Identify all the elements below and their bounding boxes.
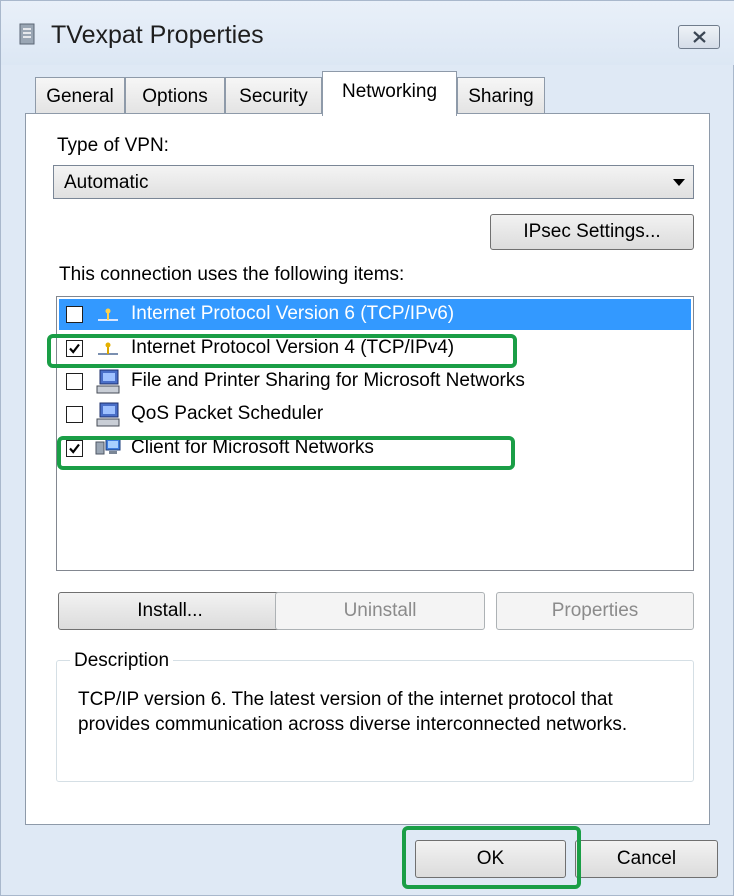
items-list-label: This connection uses the following items… (59, 264, 405, 285)
network-service-icon (96, 402, 120, 427)
network-protocol-icon (98, 342, 118, 355)
network-service-icon (96, 369, 120, 394)
list-item-ms-client[interactable]: Client for Microsoft Networks (59, 433, 691, 464)
list-item-file-printer-sharing[interactable]: File and Printer Sharing for Microsoft N… (59, 366, 691, 397)
ok-button[interactable]: OK (415, 840, 566, 878)
title-bar[interactable]: TVexpat Properties (1, 1, 734, 65)
checkbox-ipv6[interactable] (66, 306, 83, 323)
properties-button[interactable]: Properties (496, 592, 694, 630)
checkmark-icon (69, 443, 80, 454)
vpn-type-select[interactable]: Automatic (53, 165, 694, 199)
connection-items-list[interactable]: Internet Protocol Version 6 (TCP/IPv6) I… (56, 296, 694, 571)
item-label-qos-scheduler: QoS Packet Scheduler (131, 403, 324, 424)
network-protocol-icon (98, 308, 118, 321)
item-label-file-printer-sharing: File and Printer Sharing for Microsoft N… (131, 370, 525, 391)
chevron-down-icon (673, 179, 685, 186)
description-text: TCP/IP version 6. The latest version of … (78, 689, 628, 735)
ipsec-settings-button[interactable]: IPsec Settings... (490, 214, 694, 250)
checkbox-ipv4[interactable] (66, 340, 83, 357)
vpn-type-label: Type of VPN: (57, 135, 169, 156)
window-title: TVexpat Properties (51, 21, 264, 49)
close-button[interactable] (678, 25, 720, 49)
install-button[interactable]: Install... (58, 592, 282, 630)
checkbox-file-printer-sharing[interactable] (66, 373, 83, 390)
tab-sharing[interactable]: Sharing (457, 77, 545, 114)
item-label-ms-client: Client for Microsoft Networks (131, 437, 374, 458)
tab-security[interactable]: Security (225, 77, 322, 114)
tab-general[interactable]: General (35, 77, 125, 114)
checkbox-ms-client[interactable] (66, 440, 83, 457)
tab-options[interactable]: Options (125, 77, 225, 114)
checkmark-icon (69, 343, 80, 354)
cancel-button[interactable]: Cancel (575, 840, 718, 878)
item-label-ipv4: Internet Protocol Version 4 (TCP/IPv4) (131, 337, 455, 358)
properties-dialog: TVexpat Properties General Options Secur… (0, 0, 734, 896)
tab-networking[interactable]: Networking (322, 71, 457, 116)
uninstall-button[interactable]: Uninstall (275, 592, 485, 630)
close-icon (693, 31, 706, 43)
vpn-type-value: Automatic (64, 172, 149, 193)
item-label-ipv6: Internet Protocol Version 6 (TCP/IPv6) (131, 303, 455, 324)
network-client-icon (95, 438, 121, 455)
list-item-ipv6[interactable]: Internet Protocol Version 6 (TCP/IPv6) (59, 299, 691, 330)
connection-icon (19, 23, 35, 45)
checkbox-qos-scheduler[interactable] (66, 406, 83, 423)
list-item-ipv4[interactable]: Internet Protocol Version 4 (TCP/IPv4) (59, 333, 691, 364)
description-legend: Description (70, 650, 174, 672)
list-item-qos-scheduler[interactable]: QoS Packet Scheduler (59, 399, 691, 430)
